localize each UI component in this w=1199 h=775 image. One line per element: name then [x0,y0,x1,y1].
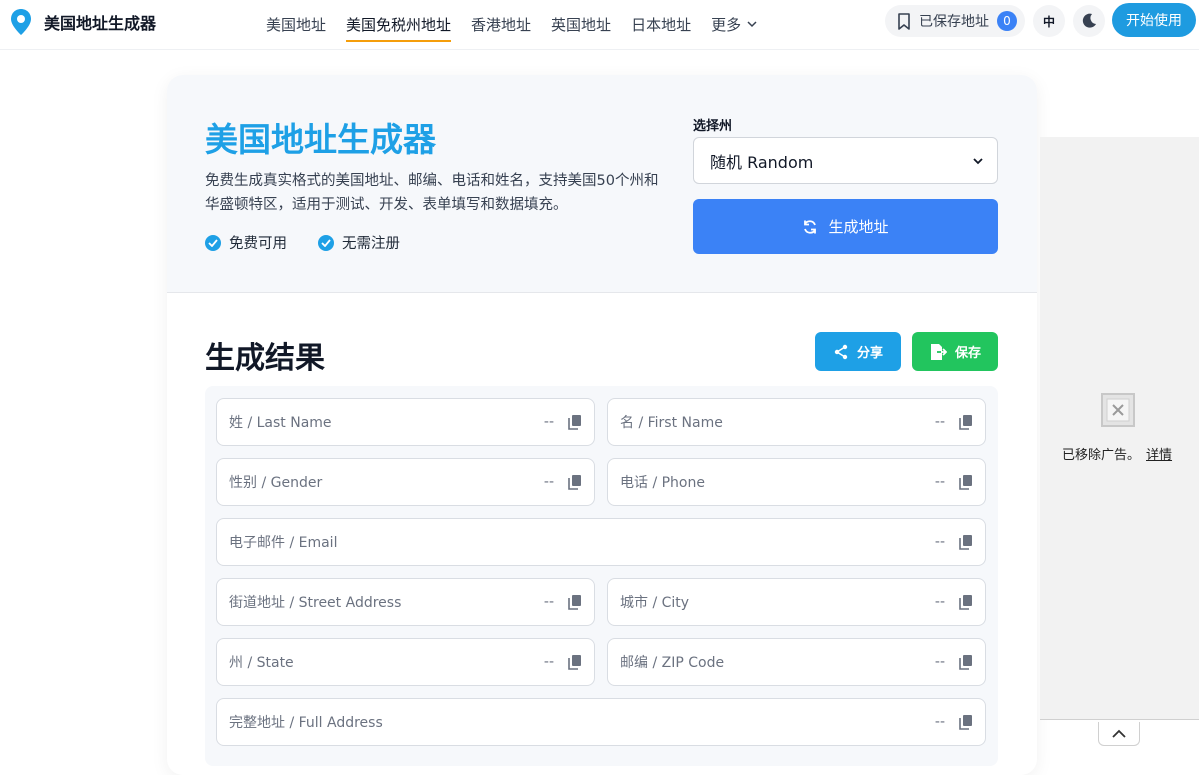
ad-removed-text: 已移除广告。 详情 [1062,444,1172,463]
theme-toggle-button[interactable] [1073,5,1105,37]
nav-item-uk-address[interactable]: 英国地址 [551,10,611,41]
field-phone[interactable]: 电话 / Phone -- [607,458,986,506]
feature-no-signup-label: 无需注册 [342,236,400,252]
main-nav: 美国地址 美国免税州地址 香港地址 英国地址 日本地址 更多 [266,0,777,50]
copy-icon[interactable] [959,594,973,610]
saved-addresses-button[interactable]: 已保存地址 0 [885,5,1025,37]
field-value: -- [543,474,554,490]
copy-icon[interactable] [568,474,582,490]
field-label: 电子邮件 / Email [229,535,338,551]
field-label: 完整地址 / Full Address [229,715,383,731]
field-zip-code[interactable]: 邮编 / ZIP Code -- [607,638,986,686]
field-label: 姓 / Last Name [229,415,332,431]
field-label: 性别 / Gender [229,475,323,491]
field-value: -- [934,714,945,730]
brand-name: 美国地址生成器 [44,14,157,33]
refresh-icon [804,219,817,234]
nav-item-jp-address[interactable]: 日本地址 [631,10,691,41]
check-circle-icon [205,234,221,251]
nav-item-us-tax-free[interactable]: 美国免税州地址 [346,10,452,42]
field-value: -- [543,414,554,430]
results-title: 生成结果 [205,341,325,376]
field-value: -- [934,594,945,610]
moon-icon [1082,13,1096,28]
field-label: 电话 / Phone [620,475,705,491]
result-fields: 姓 / Last Name -- 名 / First Name -- 性别 / … [205,386,998,766]
copy-icon[interactable] [959,414,973,430]
share-button[interactable]: 分享 [815,332,901,371]
field-value: -- [934,414,945,430]
save-icon [930,343,947,360]
generate-address-button[interactable]: 生成地址 [693,199,998,254]
page-title: 美国地址生成器 [205,120,436,159]
ad-details-link[interactable]: 详情 [1146,448,1172,463]
field-gender[interactable]: 性别 / Gender -- [216,458,595,506]
share-label: 分享 [856,346,883,361]
copy-icon[interactable] [959,714,973,730]
field-label: 城市 / City [620,595,690,611]
field-value: -- [543,654,554,670]
saved-count-badge: 0 [997,11,1017,31]
check-circle-icon [318,234,334,251]
ad-placeholder: 已移除广告。 详情 [1040,137,1199,720]
nav-more-label: 更多 [711,15,742,34]
feature-free: 免费可用 [205,232,287,253]
map-pin-icon [11,9,31,35]
field-city[interactable]: 城市 / City -- [607,578,986,626]
copy-icon[interactable] [959,654,973,670]
copy-icon[interactable] [959,534,973,550]
saved-addresses-label: 已保存地址 [919,14,989,30]
field-full-address[interactable]: 完整地址 / Full Address -- [216,698,986,746]
feature-free-label: 免费可用 [229,236,287,252]
hero-section: 美国地址生成器 免费生成真实格式的美国地址、邮编、电话和姓名，支持美国50个州和… [167,75,1037,293]
feature-no-signup: 无需注册 [318,232,400,253]
field-last-name[interactable]: 姓 / Last Name -- [216,398,595,446]
state-select-value: 随机 Random [710,152,814,172]
state-select-label: 选择州 [693,119,733,134]
nav-item-hk-address[interactable]: 香港地址 [471,10,531,41]
state-select[interactable]: 随机 Random [693,137,998,184]
field-label: 街道地址 / Street Address [229,595,402,611]
top-navbar: 美国地址生成器 美国地址 美国免税州地址 香港地址 英国地址 日本地址 更多 已… [0,0,1199,50]
field-street-address[interactable]: 街道地址 / Street Address -- [216,578,595,626]
field-value: -- [934,534,945,550]
chevron-up-icon [1112,729,1126,738]
save-button[interactable]: 保存 [912,332,998,371]
bookmark-icon [898,12,910,30]
save-label: 保存 [954,346,981,361]
copy-icon[interactable] [568,594,582,610]
field-label: 州 / State [229,655,294,671]
field-label: 邮编 / ZIP Code [620,655,725,671]
page-description: 免费生成真实格式的美国地址、邮编、电话和姓名，支持美国50个州和华盛顿特区，适用… [205,173,659,213]
chevron-down-icon [973,157,983,164]
copy-icon[interactable] [568,414,582,430]
nav-more-dropdown[interactable]: 更多 [711,10,757,41]
brand[interactable]: 美国地址生成器 [10,8,156,36]
ad-removed-label: 已移除广告。 [1062,448,1141,463]
ad-collapse-button[interactable] [1098,722,1140,746]
field-first-name[interactable]: 名 / First Name -- [607,398,986,446]
field-value: -- [543,594,554,610]
broken-image-icon [1101,393,1135,427]
generator-card: 美国地址生成器 免费生成真实格式的美国地址、邮编、电话和姓名，支持美国50个州和… [167,75,1037,775]
field-state[interactable]: 州 / State -- [216,638,595,686]
get-started-button[interactable]: 开始使用 [1112,3,1196,37]
generate-address-label: 生成地址 [828,218,889,236]
chevron-down-icon [747,21,757,28]
share-icon [834,344,848,359]
copy-icon[interactable] [959,474,973,490]
copy-icon[interactable] [568,654,582,670]
language-toggle-button[interactable]: 中 [1033,5,1065,37]
field-value: -- [934,474,945,490]
field-email[interactable]: 电子邮件 / Email -- [216,518,986,566]
field-value: -- [934,654,945,670]
field-label: 名 / First Name [620,415,723,431]
nav-item-us-address[interactable]: 美国地址 [266,10,326,41]
